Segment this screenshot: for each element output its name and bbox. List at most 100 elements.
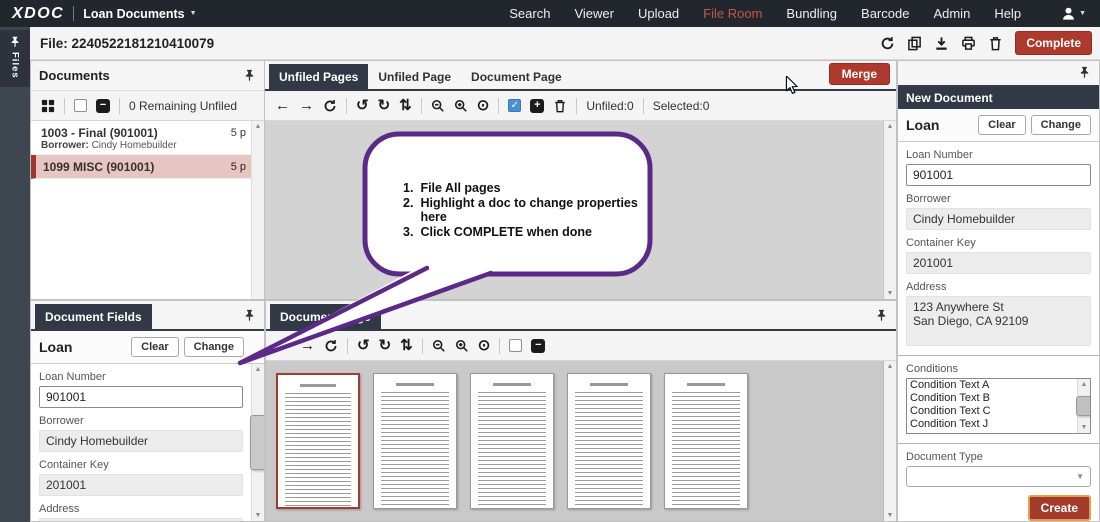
nav-divider xyxy=(73,6,74,21)
scroll-down-icon[interactable]: ▼ xyxy=(887,290,894,297)
select-pages-checkbox[interactable]: ✓ xyxy=(508,99,521,112)
canvas-scrollbar[interactable]: ▲ ▼ xyxy=(883,121,896,299)
tab-document-pages[interactable]: Document Page xyxy=(270,304,381,329)
scroll-down-icon[interactable]: ▼ xyxy=(1081,424,1088,431)
condition-item[interactable]: Condition Text C xyxy=(907,405,1090,418)
reorder-icon[interactable]: ⇅ xyxy=(399,98,412,113)
actual-size-icon[interactable]: ⊙ xyxy=(478,338,491,353)
tab-unfiled-page[interactable]: Unfiled Page xyxy=(368,64,461,89)
tab-document-page[interactable]: Document Page xyxy=(461,64,572,89)
unfiled-count: Unfiled:0 xyxy=(586,99,633,113)
thumbnails-scrollbar[interactable]: ▲ ▼ xyxy=(883,361,896,521)
pin-icon[interactable] xyxy=(1078,66,1091,79)
loan-number-input[interactable] xyxy=(39,386,243,408)
scroll-up-icon[interactable]: ▲ xyxy=(887,363,894,370)
refresh-icon[interactable] xyxy=(323,99,337,113)
user-menu[interactable]: ▼ xyxy=(1061,6,1086,21)
refresh-icon[interactable] xyxy=(324,339,338,353)
grid-view-icon[interactable] xyxy=(41,99,55,113)
pin-icon[interactable] xyxy=(243,309,256,322)
document-fields-panel: Document Fields Loan Clear Change Loan N… xyxy=(30,300,265,522)
conditions-label: Conditions xyxy=(906,363,1091,375)
back-icon[interactable]: ← xyxy=(276,338,291,353)
condition-item[interactable]: Condition Text A xyxy=(907,379,1090,392)
change-button[interactable]: Change xyxy=(1031,115,1091,135)
document-type-section: Document Type ▼ Create xyxy=(898,443,1099,521)
document-type-select[interactable]: ▼ xyxy=(906,466,1091,487)
refresh-icon[interactable] xyxy=(880,36,895,51)
fields-scrollbar[interactable]: ▲ ▼ xyxy=(251,364,264,521)
document-row[interactable]: 1003 - Final (901001) Borrower: Cindy Ho… xyxy=(31,121,264,155)
conditions-scrollbar[interactable]: ▲ ▼ xyxy=(1077,379,1090,433)
document-pages-panel: Document Page ← → ↺ ↻ ⇅ ⊙ − xyxy=(265,300,897,522)
pin-icon[interactable] xyxy=(243,69,256,82)
zoom-in-icon[interactable] xyxy=(455,339,469,353)
chevron-down-icon: ▼ xyxy=(1079,10,1086,17)
condition-item[interactable]: Condition Text J xyxy=(907,418,1090,431)
clear-button[interactable]: Clear xyxy=(978,115,1026,135)
scroll-thumb[interactable] xyxy=(250,415,264,470)
collapse-icon[interactable]: − xyxy=(96,99,110,113)
page-thumbnail[interactable] xyxy=(567,373,651,509)
nav-item-admin[interactable]: Admin xyxy=(933,6,970,21)
document-row-selected[interactable]: 1099 MISC (901001) 5 p xyxy=(31,155,264,179)
print-icon[interactable] xyxy=(961,36,976,51)
condition-item[interactable]: Condition Text B xyxy=(907,392,1090,405)
add-page-icon[interactable]: + xyxy=(530,99,544,113)
scroll-down-icon[interactable]: ▼ xyxy=(255,512,262,519)
forward-icon[interactable]: → xyxy=(299,98,314,113)
container-key-field: 201001 xyxy=(39,474,243,496)
rotate-right-icon[interactable]: ↻ xyxy=(379,338,392,353)
nav-item-help[interactable]: Help xyxy=(994,6,1021,21)
documents-scrollbar[interactable]: ▲ xyxy=(251,121,264,299)
tab-document-fields[interactable]: Document Fields xyxy=(35,304,152,329)
scroll-down-icon[interactable]: ▼ xyxy=(887,512,894,519)
address-field: 123 Anywhere St San Diego, CA 92109 xyxy=(906,296,1091,346)
page-thumbnail[interactable] xyxy=(470,373,554,509)
nav-item-viewer[interactable]: Viewer xyxy=(574,6,614,21)
page-thumbnail-selected[interactable] xyxy=(276,373,360,509)
page-thumbnail[interactable] xyxy=(664,373,748,509)
loan-number-input[interactable] xyxy=(906,164,1091,186)
nav-item-file-room[interactable]: File Room xyxy=(703,6,762,21)
conditions-listbox[interactable]: Condition Text A Condition Text B Condit… xyxy=(906,378,1091,434)
document-fields-tabbar: Document Fields xyxy=(31,301,264,331)
complete-button[interactable]: Complete xyxy=(1015,31,1092,55)
zoom-in-icon[interactable] xyxy=(454,99,468,113)
nav-item-search[interactable]: Search xyxy=(509,6,550,21)
rotate-right-icon[interactable]: ↻ xyxy=(378,98,391,113)
trash-icon[interactable] xyxy=(988,36,1003,51)
scroll-up-icon[interactable]: ▲ xyxy=(255,366,262,373)
tab-unfiled-pages[interactable]: Unfiled Pages xyxy=(269,64,368,89)
select-all-checkbox[interactable] xyxy=(74,99,87,112)
back-icon[interactable]: ← xyxy=(275,98,290,113)
reorder-icon[interactable]: ⇅ xyxy=(400,338,413,353)
zoom-out-icon[interactable] xyxy=(431,99,445,113)
scroll-up-icon[interactable]: ▲ xyxy=(1081,381,1088,388)
merge-button[interactable]: Merge xyxy=(829,63,890,85)
copy-icon[interactable] xyxy=(907,36,922,51)
remaining-unfiled-status: 0 Remaining Unfiled xyxy=(129,99,237,113)
clear-button[interactable]: Clear xyxy=(131,337,179,357)
app-title-dropdown[interactable]: Loan Documents ▼ xyxy=(83,7,196,21)
rotate-left-icon[interactable]: ↺ xyxy=(356,98,369,113)
page-thumbnail[interactable] xyxy=(373,373,457,509)
collapse-icon[interactable]: − xyxy=(531,339,545,353)
scroll-thumb[interactable] xyxy=(1076,396,1091,416)
rotate-left-icon[interactable]: ↺ xyxy=(357,338,370,353)
zoom-out-icon[interactable] xyxy=(432,339,446,353)
nav-item-barcode[interactable]: Barcode xyxy=(861,6,909,21)
files-panel-tab[interactable]: Files xyxy=(0,30,30,87)
scroll-up-icon[interactable]: ▲ xyxy=(255,123,262,130)
download-icon[interactable] xyxy=(934,36,949,51)
change-button[interactable]: Change xyxy=(184,337,244,357)
select-pages-checkbox[interactable] xyxy=(509,339,522,352)
scroll-up-icon[interactable]: ▲ xyxy=(887,123,894,130)
nav-item-bundling[interactable]: Bundling xyxy=(786,6,837,21)
actual-size-icon[interactable]: ⊙ xyxy=(477,98,490,113)
forward-icon[interactable]: → xyxy=(300,338,315,353)
nav-item-upload[interactable]: Upload xyxy=(638,6,679,21)
trash-icon[interactable] xyxy=(553,99,567,113)
pin-icon[interactable] xyxy=(875,309,888,322)
create-button[interactable]: Create xyxy=(1028,495,1091,521)
